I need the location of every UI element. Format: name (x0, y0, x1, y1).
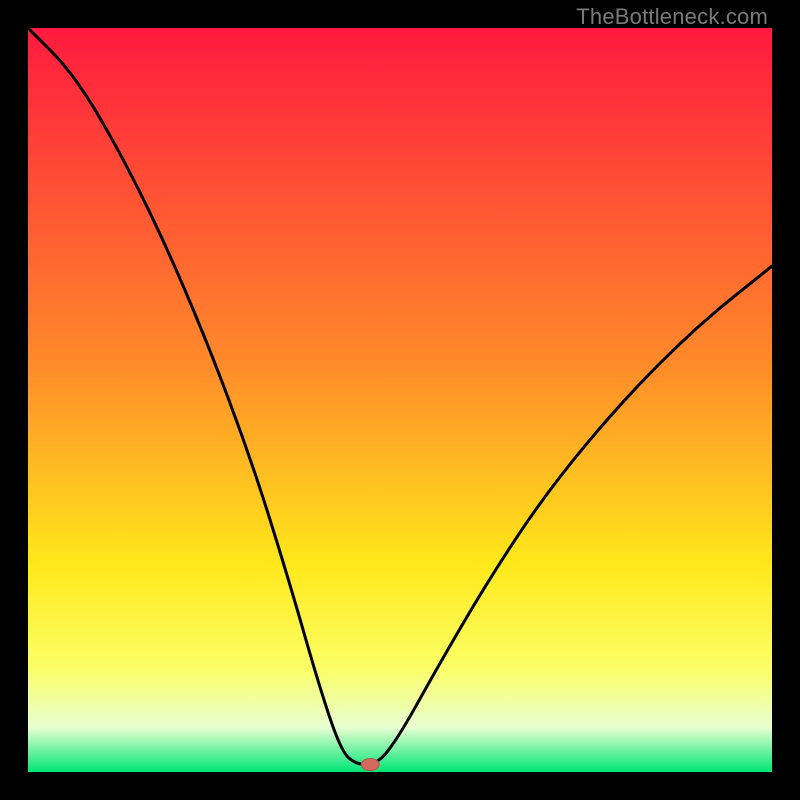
plot-area (28, 28, 772, 772)
chart-frame: TheBottleneck.com (0, 0, 800, 800)
gradient-rect (28, 28, 772, 772)
gradient-background (28, 28, 772, 772)
watermark-text: TheBottleneck.com (576, 4, 768, 30)
